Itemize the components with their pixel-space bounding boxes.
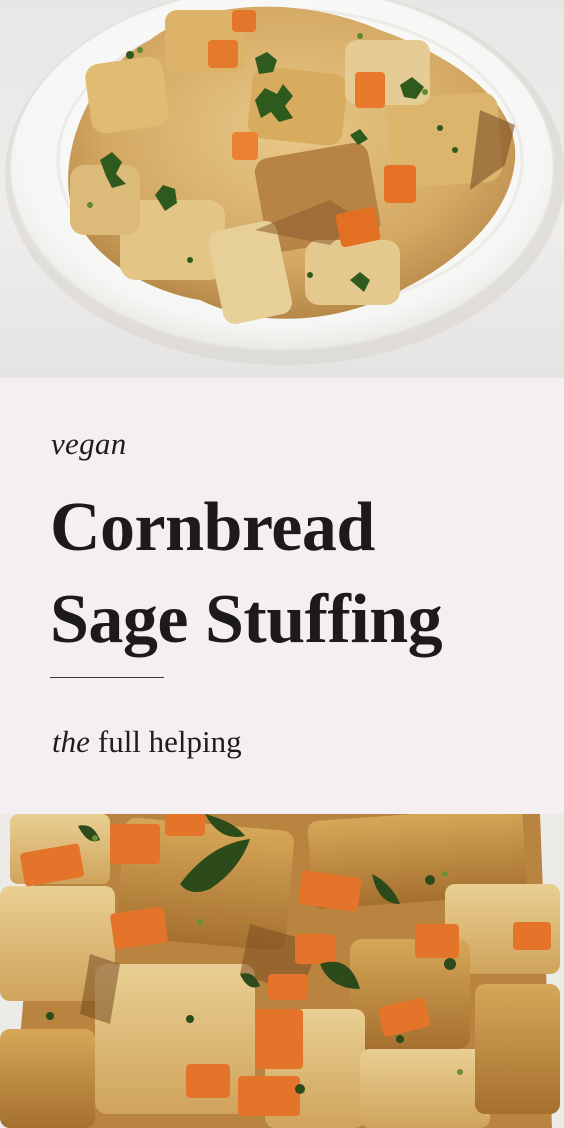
title-panel: vegan Cornbread Sage Stuffing the full he… [0, 378, 564, 814]
stuffing-plate-photo [0, 0, 564, 378]
stuffing-dish-photo [0, 814, 564, 1128]
divider-rule [50, 677, 164, 678]
brand-name-italic: the [52, 724, 90, 759]
recipe-title-line-2: Sage Stuffing [50, 581, 443, 658]
brand-name-rest: full helping [97, 724, 242, 759]
recipe-title-line-1: Cornbread [50, 489, 375, 566]
kicker-text: vegan [51, 426, 127, 461]
plate-illustration [5, 0, 564, 365]
dish-illustration [0, 814, 564, 1128]
brand-name: the full helping [52, 724, 242, 760]
